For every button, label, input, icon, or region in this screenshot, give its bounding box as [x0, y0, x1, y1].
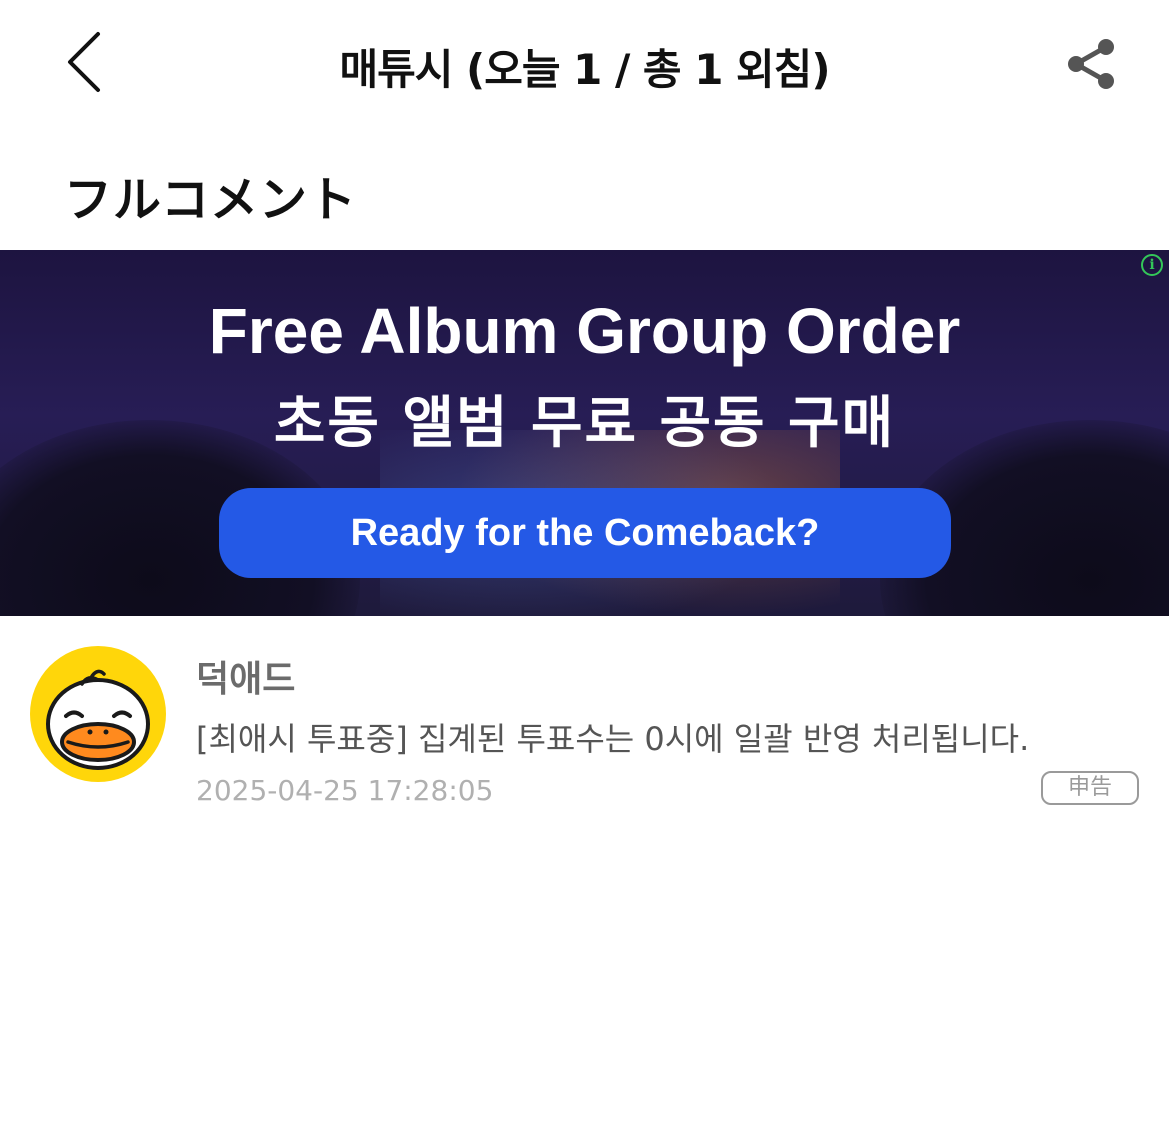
section-title: フルコメント [64, 172, 358, 228]
comment-author: 덕애드 [196, 659, 296, 700]
chevron-left-icon [68, 32, 100, 92]
back-button[interactable] [58, 28, 114, 100]
comment-item: 덕애드 [최애시 투표중] 집계된 투표수는 0시에 일괄 반영 처리됩니다. … [0, 640, 1169, 820]
ad-info-icon[interactable]: i [1141, 254, 1163, 276]
comment-timestamp: 2025-04-25 17:28:05 [196, 774, 494, 807]
comment-text: [최애시 투표중] 집계된 투표수는 0시에 일괄 반영 처리됩니다. [196, 720, 1030, 758]
ad-banner[interactable]: Free Album Group Order 초동 앨범 무료 공동 구매 Re… [0, 250, 1169, 616]
share-button[interactable] [1062, 34, 1122, 94]
avatar [30, 646, 166, 782]
share-icon [1068, 39, 1114, 89]
page-title: 매튜시 (오늘 1 / 총 1 외침) [339, 45, 830, 94]
ad-subheadline: 초동 앨범 무료 공동 구매 [273, 391, 896, 456]
top-bar: 매튜시 (오늘 1 / 총 1 외침) [0, 0, 1169, 130]
report-button[interactable]: 申告 [1041, 771, 1139, 805]
duck-avatar-icon [46, 669, 150, 770]
ad-cta-button[interactable]: Ready for the Comeback? [219, 488, 951, 578]
ad-headline: Free Album Group Order [208, 295, 961, 367]
